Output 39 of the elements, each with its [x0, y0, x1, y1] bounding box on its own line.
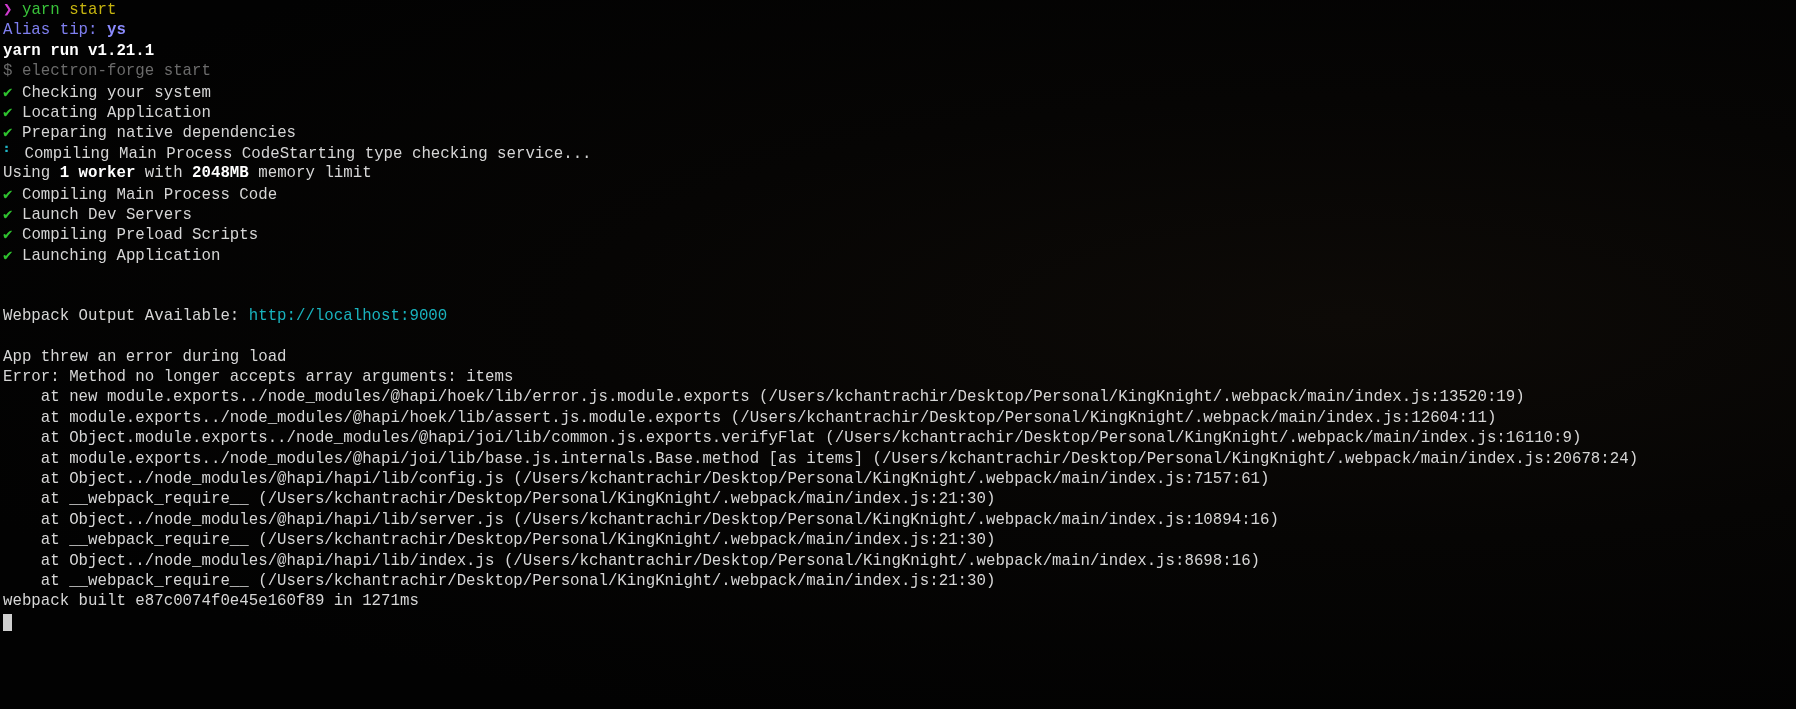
stack-trace-line: at __webpack_require__ (/Users/kchantrachir/Desktop/Personal/KingKnight/.webpack/main/index.js:21:30): [39, 531, 996, 550]
stack-trace-line: at Object../node_modules/@hapi/hapi/lib/config.js (/Users/kchantrachir/Desktop/Personal/KingKnight/.webpack/main/index.js:7157:61): [39, 470, 1270, 488]
output-line: Webpack Output Available:: [3, 306, 241, 325]
stack-trace-line: at Object.module.exports../node_modules/@hapi/joi/lib/common.js.exports.verifyFlat (/Users/kchantrachir/Desktop/Personal/KingKnight/.webpack/main/index.js:16110:9): [39, 429, 1582, 448]
check-icon: ✔: [3, 101, 13, 121]
output-line: yarn run v1.21.1: [3, 41, 155, 60]
output-line: webpack built e87c0074f0e45e160f89 in 1271ms: [3, 592, 419, 611]
stack-trace-line: at module.exports../node_modules/@hapi/joi/lib/base.js.internals.Base.method [as items] (/Users/kchantrachir/Desktop/Personal/KingKnight/.webpack/main/index.js:20678:24): [39, 449, 1639, 468]
text-cursor: [3, 613, 12, 631]
spinner-icon: ⠃: [3, 142, 15, 162]
stack-trace-line: at Object../node_modules/@hapi/hapi/lib/index.js (/Users/kchantrachir/Desktop/Personal/KingKnight/.webpack/main/index.js:8698:16): [39, 551, 1261, 570]
check-icon: ✔: [3, 203, 13, 223]
command-argument: start: [69, 1, 117, 19]
check-icon: ✔: [3, 122, 13, 142]
status-line: Checking your system: [21, 83, 211, 102]
status-line: Launch Dev Servers: [21, 205, 193, 224]
stack-trace-line: at new module.exports../node_modules/@hapi/hoek/lib/error.js.module.exports (/Users/kchantrachir/Desktop/Personal/KingKnight/.webpack/main/index.js:13520:19): [39, 388, 1525, 407]
command-text: yarn: [21, 1, 60, 19]
output-line: Using 1 worker with 2048MB memory limit: [3, 164, 372, 183]
stack-trace-line: at __webpack_require__ (/Users/kchantrachir/Desktop/Personal/KingKnight/.webpack/main/index.js:21:30): [39, 571, 996, 590]
status-line: Preparing native dependencies: [21, 124, 297, 143]
alias-tip-text: Alias tip: ys: [3, 21, 126, 40]
stack-trace-line: at Object../node_modules/@hapi/hapi/lib/server.js (/Users/kchantrachir/Desktop/Personal/KingKnight/.webpack/main/index.js:10894:16): [39, 510, 1279, 529]
url-link[interactable]: http://localhost:9000: [248, 306, 448, 325]
output-line: Error: Method no longer accepts array arguments: items: [3, 368, 514, 387]
status-line: Compiling Main Process CodeStarting type checking service...: [24, 144, 592, 163]
stack-trace-line: at module.exports../node_modules/@hapi/hoek/lib/assert.js.module.exports (/Users/kchantrachir/Desktop/Personal/KingKnight/.webpack/main/index.js:12604:11): [39, 408, 1497, 427]
check-icon: ✔: [3, 183, 13, 203]
check-icon: ✔: [3, 81, 13, 101]
status-line: Compiling Main Process Code: [21, 185, 278, 204]
check-icon: ✔: [3, 224, 13, 244]
prompt-symbol: ❯: [3, 1, 13, 19]
status-line: Locating Application: [21, 103, 211, 122]
command-echo: $ electron-forge start: [3, 62, 211, 81]
check-icon: ✔: [3, 244, 13, 264]
status-line: Launching Application: [21, 246, 221, 265]
status-line: Compiling Preload Scripts: [21, 226, 259, 245]
output-line: App threw an error during load: [3, 347, 287, 366]
stack-trace-line: at __webpack_require__ (/Users/kchantrachir/Desktop/Personal/KingKnight/.webpack/main/index.js:21:30): [39, 490, 996, 509]
